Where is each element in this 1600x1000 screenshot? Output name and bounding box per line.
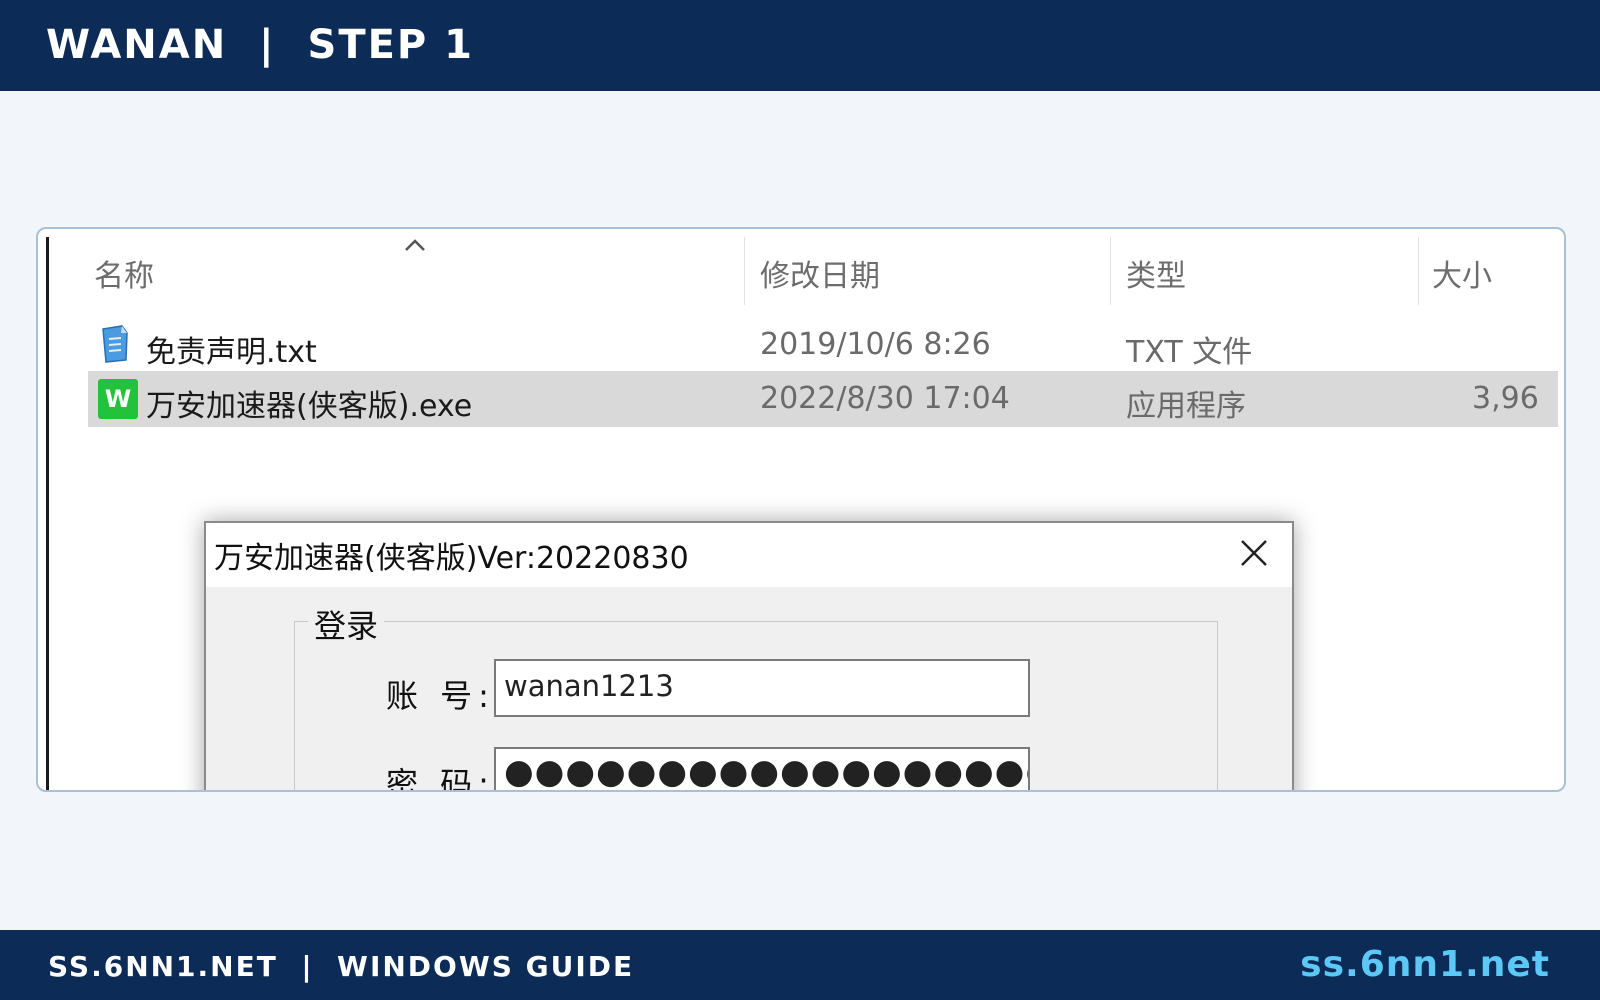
account-input[interactable]: wanan1213 <box>494 659 1030 717</box>
footer-bar: SS.6NN1.NET | WINDOWS GUIDE ss.6nn1.net <box>0 930 1600 1000</box>
file-name[interactable]: 免责声明.txt <box>146 327 317 371</box>
close-icon[interactable] <box>1234 533 1274 573</box>
column-header-name[interactable]: 名称 <box>94 251 154 295</box>
file-type: 应用程序 <box>1126 389 1246 424</box>
dialog-title: 万安加速器(侠客版)Ver:20220830 <box>214 541 689 576</box>
file-type: TXT 文件 <box>1126 335 1253 370</box>
column-divider[interactable] <box>1418 237 1419 305</box>
header-bar: WANAN | STEP 1 <box>0 0 1600 91</box>
screenshot-frame: 名称 修改日期 类型 大小 免责声明.txt 2019/10/6 8:26 TX… <box>36 227 1566 792</box>
column-header-date[interactable]: 修改日期 <box>760 251 880 295</box>
dialog-titlebar[interactable]: 万安加速器(侠客版)Ver:20220830 <box>206 523 1292 587</box>
column-divider[interactable] <box>744 237 745 305</box>
footer-site-link[interactable]: ss.6nn1.net <box>1300 944 1550 985</box>
text-file-icon <box>100 325 130 363</box>
password-input[interactable]: ●●●●●●●●●●●●●●●●●●●●●●●●●●●●●●●●●●● <box>494 747 1030 790</box>
column-header-size[interactable]: 大小 <box>1432 251 1492 295</box>
file-name[interactable]: 万安加速器(侠客版).exe <box>146 381 472 425</box>
login-dialog: 万安加速器(侠客版)Ver:20220830 登录 账 号: wanan1213… <box>204 521 1294 792</box>
file-size: 3,96 <box>1472 381 1539 416</box>
account-label: 账 号: <box>386 677 495 715</box>
window-edge <box>46 237 49 790</box>
file-row-disclaimer[interactable]: 免责声明.txt 2019/10/6 8:26 TXT 文件 <box>88 317 1558 373</box>
file-date: 2019/10/6 8:26 <box>760 327 991 362</box>
app-w-icon: W <box>98 379 138 419</box>
header-title: WANAN | STEP 1 <box>46 22 474 68</box>
footer-caption: SS.6NN1.NET | WINDOWS GUIDE <box>48 950 635 983</box>
login-group-label: 登录 <box>308 601 385 647</box>
column-header-type[interactable]: 类型 <box>1126 251 1186 295</box>
sort-ascending-icon[interactable] <box>404 233 425 253</box>
password-label: 密 码: <box>386 765 495 792</box>
column-divider[interactable] <box>1110 237 1111 305</box>
file-row-exe[interactable]: W 万安加速器(侠客版).exe 2022/8/30 17:04 应用程序 3,… <box>88 371 1558 427</box>
file-date: 2022/8/30 17:04 <box>760 381 1010 416</box>
